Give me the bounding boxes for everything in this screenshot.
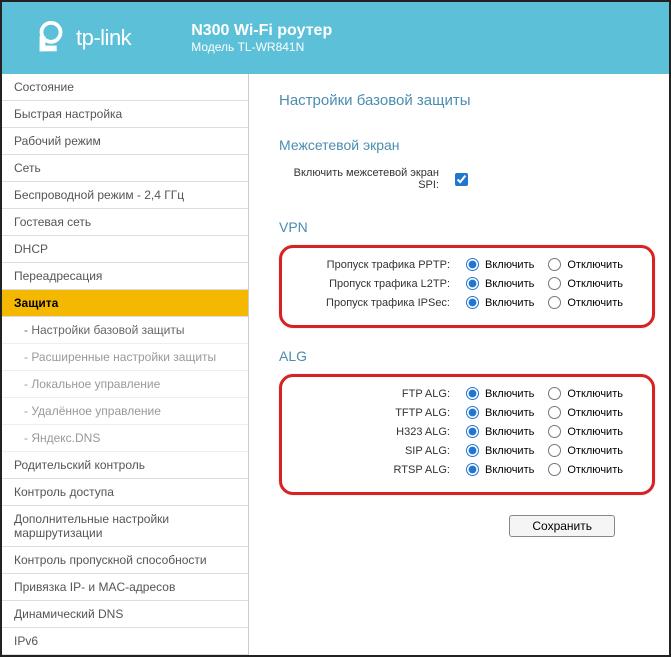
rtsp-row: RTSP ALG: Включить Отключить: [290, 463, 644, 476]
sidebar-item-ip-mac[interactable]: Привязка IP- и MAC-адресов: [2, 574, 248, 601]
sidebar-item-security[interactable]: Защита: [2, 290, 248, 317]
ipsec-row: Пропуск трафика IPSec: Включить Отключит…: [290, 296, 644, 309]
sidebar: Состояние Быстрая настройка Рабочий режи…: [2, 74, 249, 655]
h323-enable-radio[interactable]: [466, 425, 479, 438]
h323-label: H323 ALG:: [290, 426, 460, 438]
sidebar-item-routing[interactable]: Дополнительные настройки маршрутизации: [2, 506, 248, 547]
rtsp-disable-label: Отключить: [567, 464, 623, 476]
sidebar-item-mode[interactable]: Рабочий режим: [2, 128, 248, 155]
ftp-label: FTP ALG:: [290, 388, 460, 400]
sidebar-item-network[interactable]: Сеть: [2, 155, 248, 182]
tftp-enable-label: Включить: [485, 407, 534, 419]
tftp-label: TFTP ALG:: [290, 407, 460, 419]
alg-highlight: FTP ALG: Включить Отключить TFTP ALG: Вк…: [279, 374, 655, 495]
ftp-enable-label: Включить: [485, 388, 534, 400]
h323-disable-label: Отключить: [567, 426, 623, 438]
h323-disable-radio[interactable]: [548, 425, 561, 438]
l2tp-enable-radio[interactable]: [466, 277, 479, 290]
pptp-enable-radio[interactable]: [466, 258, 479, 271]
alg-title: ALG: [279, 348, 655, 364]
rtsp-label: RTSP ALG:: [290, 464, 460, 476]
header: tp-link N300 Wi-Fi роутер Модель TL-WR84…: [2, 2, 669, 74]
sidebar-item-dhcp[interactable]: DHCP: [2, 236, 248, 263]
sidebar-item-parental[interactable]: Родительский контроль: [2, 452, 248, 479]
ipsec-disable-radio[interactable]: [548, 296, 561, 309]
brand-text: tp-link: [76, 25, 131, 51]
pptp-label: Пропуск трафика PPTP:: [290, 259, 460, 271]
sip-disable-radio[interactable]: [548, 444, 561, 457]
save-button[interactable]: Сохранить: [509, 515, 615, 537]
h323-enable-label: Включить: [485, 426, 534, 438]
sip-disable-label: Отключить: [567, 445, 623, 457]
ftp-row: FTP ALG: Включить Отключить: [290, 387, 644, 400]
l2tp-disable-radio[interactable]: [548, 277, 561, 290]
ftp-enable-radio[interactable]: [466, 387, 479, 400]
sidebar-item-forwarding[interactable]: Переадресация: [2, 263, 248, 290]
rtsp-enable-radio[interactable]: [466, 463, 479, 476]
sidebar-item-ipv6[interactable]: IPv6: [2, 628, 248, 655]
rtsp-enable-label: Включить: [485, 464, 534, 476]
ipsec-disable-label: Отключить: [567, 297, 623, 309]
sip-enable-radio[interactable]: [466, 444, 479, 457]
tftp-disable-radio[interactable]: [548, 406, 561, 419]
model-name: Модель TL-WR841N: [191, 40, 332, 54]
spi-label: Включить межсетевой экран SPI:: [279, 167, 449, 191]
sidebar-item-ddns[interactable]: Динамический DNS: [2, 601, 248, 628]
pptp-row: Пропуск трафика PPTP: Включить Отключить: [290, 258, 644, 271]
sidebar-item-bandwidth[interactable]: Контроль пропускной способности: [2, 547, 248, 574]
tftp-disable-label: Отключить: [567, 407, 623, 419]
tftp-row: TFTP ALG: Включить Отключить: [290, 406, 644, 419]
tftp-enable-radio[interactable]: [466, 406, 479, 419]
sip-enable-label: Включить: [485, 445, 534, 457]
l2tp-enable-label: Включить: [485, 278, 534, 290]
pptp-enable-label: Включить: [485, 259, 534, 271]
firewall-title: Межсетевой экран: [279, 137, 655, 153]
pptp-disable-label: Отключить: [567, 259, 623, 271]
sidebar-item-wireless[interactable]: Беспроводной режим - 2,4 ГГц: [2, 182, 248, 209]
sidebar-sub-local-mgmt[interactable]: - Локальное управление: [2, 371, 248, 398]
sidebar-sub-advanced-security[interactable]: - Расширенные настройки защиты: [2, 344, 248, 371]
sip-row: SIP ALG: Включить Отключить: [290, 444, 644, 457]
ipsec-enable-label: Включить: [485, 297, 534, 309]
sidebar-sub-remote-mgmt[interactable]: - Удалённое управление: [2, 398, 248, 425]
sidebar-item-status[interactable]: Состояние: [2, 74, 248, 101]
sidebar-sub-yandex-dns[interactable]: - Яндекс.DNS: [2, 425, 248, 452]
l2tp-row: Пропуск трафика L2TP: Включить Отключить: [290, 277, 644, 290]
l2tp-disable-label: Отключить: [567, 278, 623, 290]
ipsec-label: Пропуск трафика IPSec:: [290, 297, 460, 309]
spi-checkbox[interactable]: [455, 173, 468, 186]
l2tp-label: Пропуск трафика L2TP:: [290, 278, 460, 290]
pptp-disable-radio[interactable]: [548, 258, 561, 271]
sip-label: SIP ALG:: [290, 445, 460, 457]
rtsp-disable-radio[interactable]: [548, 463, 561, 476]
sidebar-item-access-control[interactable]: Контроль доступа: [2, 479, 248, 506]
content: Настройки базовой защиты Межсетевой экра…: [249, 74, 669, 655]
sidebar-sub-basic-security[interactable]: - Настройки базовой защиты: [2, 317, 248, 344]
sidebar-item-quick-setup[interactable]: Быстрая настройка: [2, 101, 248, 128]
vpn-title: VPN: [279, 219, 655, 235]
logo: tp-link: [32, 19, 131, 57]
ftp-disable-radio[interactable]: [548, 387, 561, 400]
h323-row: H323 ALG: Включить Отключить: [290, 425, 644, 438]
vpn-highlight: Пропуск трафика PPTP: Включить Отключить…: [279, 245, 655, 328]
tplink-logo-icon: [32, 19, 70, 57]
spi-row: Включить межсетевой экран SPI:: [279, 167, 655, 191]
header-title: N300 Wi-Fi роутер Модель TL-WR841N: [191, 22, 332, 54]
sidebar-item-guest[interactable]: Гостевая сеть: [2, 209, 248, 236]
product-name: N300 Wi-Fi роутер: [191, 22, 332, 40]
page-title: Настройки базовой защиты: [279, 92, 655, 109]
ipsec-enable-radio[interactable]: [466, 296, 479, 309]
ftp-disable-label: Отключить: [567, 388, 623, 400]
